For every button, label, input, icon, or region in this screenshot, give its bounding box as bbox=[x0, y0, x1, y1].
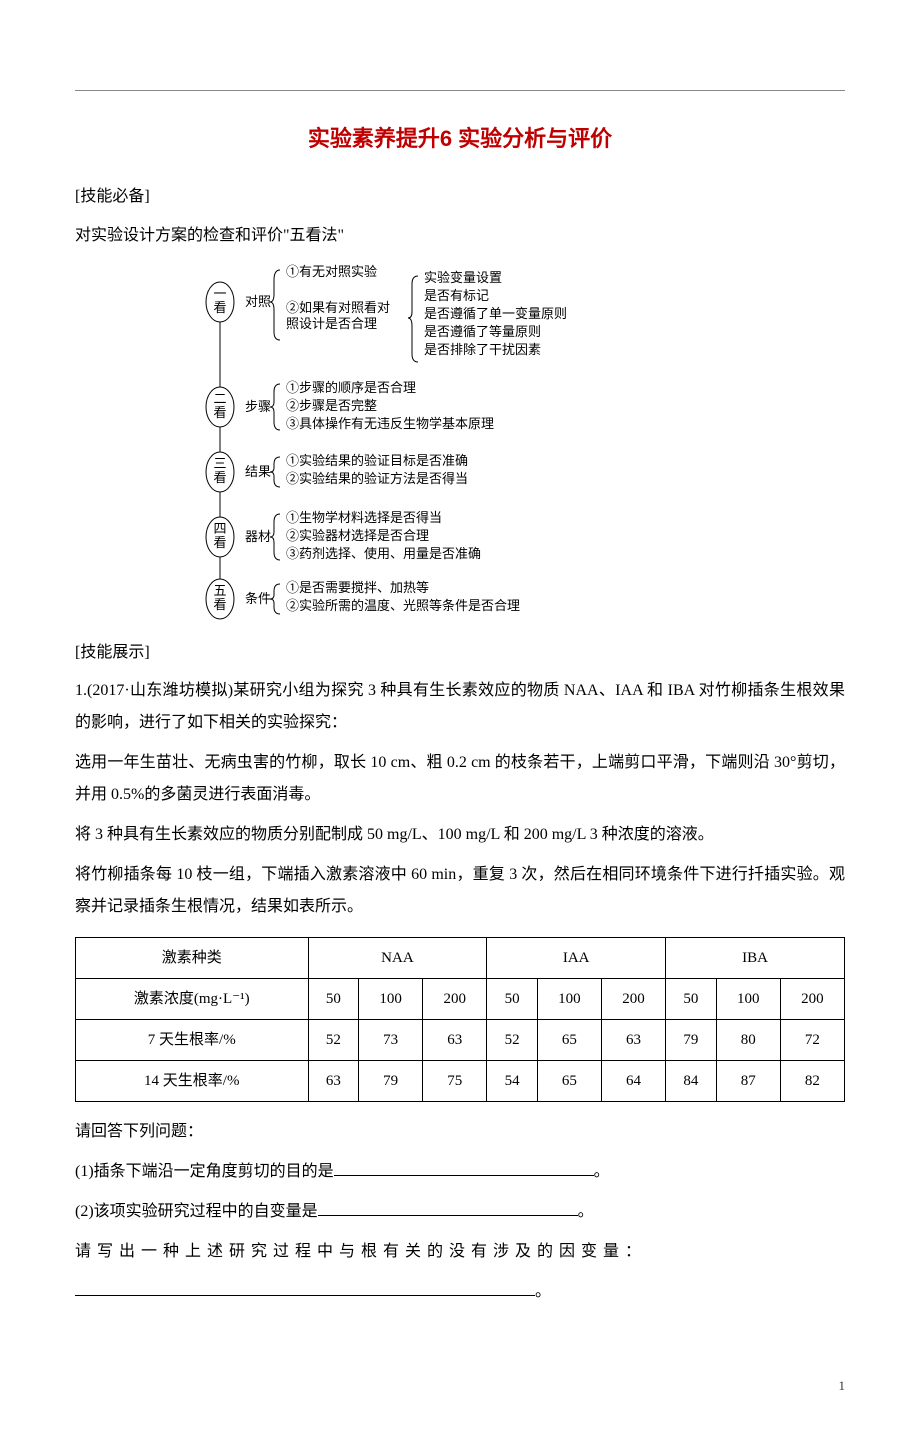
blank-line bbox=[75, 1279, 535, 1297]
top-divider bbox=[75, 90, 845, 91]
data-table: 激素种类 NAA IAA IBA 激素浓度(mg·L⁻¹) 50 100 200… bbox=[75, 937, 845, 1102]
diagram-node-3: 三 看 结果 bbox=[206, 452, 271, 492]
table-cell: 50 bbox=[666, 979, 717, 1020]
svg-text:看: 看 bbox=[213, 535, 226, 550]
svg-text:条件: 条件 bbox=[245, 591, 271, 606]
svg-text:②步骤是否完整: ②步骤是否完整 bbox=[286, 398, 377, 413]
q1-text: (1)插条下端沿一定角度剪切的目的是 bbox=[75, 1163, 334, 1180]
table-header-iba: IBA bbox=[666, 938, 845, 979]
table-cell: 80 bbox=[716, 1020, 780, 1061]
question-lead: 1.(2017·山东潍坊模拟)某研究小组为探究 3 种具有生长素效应的物质 NA… bbox=[75, 675, 845, 739]
svg-text:四: 四 bbox=[213, 521, 226, 536]
question-2b: 请写出一种上述研究过程中与根有关的没有涉及的因变量： bbox=[75, 1236, 845, 1268]
table-cell: 63 bbox=[423, 1020, 487, 1061]
question-2: (2)该项实验研究过程中的自变量是 。 bbox=[75, 1196, 845, 1228]
section-skill-prep: [技能必备] bbox=[75, 184, 845, 210]
table-cell: 50 bbox=[308, 979, 359, 1020]
svg-text:①有无对照实验: ①有无对照实验 bbox=[286, 264, 377, 279]
page-number: 1 bbox=[75, 1316, 845, 1397]
q1-end: 。 bbox=[594, 1163, 610, 1180]
question-2b-blank: 。 bbox=[75, 1276, 845, 1308]
table-cell: 52 bbox=[308, 1020, 359, 1061]
svg-text:五: 五 bbox=[213, 583, 226, 598]
svg-text:看: 看 bbox=[213, 300, 226, 315]
svg-text:步骤: 步骤 bbox=[245, 399, 271, 414]
intro-text: 对实验设计方案的检查和评价"五看法" bbox=[75, 220, 845, 252]
table-cell: 84 bbox=[666, 1061, 717, 1102]
question-step2: 将 3 种具有生长素效应的物质分别配制成 50 mg/L、100 mg/L 和 … bbox=[75, 819, 845, 851]
table-cell: 50 bbox=[487, 979, 538, 1020]
svg-text:②如果有对照看对: ②如果有对照看对 bbox=[286, 300, 390, 315]
table-cell: 100 bbox=[359, 979, 423, 1020]
svg-text:①生物学材料选择是否得当: ①生物学材料选择是否得当 bbox=[286, 510, 442, 525]
diagram-node-4: 四 看 器材 bbox=[206, 517, 271, 557]
table-cell: 87 bbox=[716, 1061, 780, 1102]
question-step3: 将竹柳插条每 10 枝一组，下端插入激素溶液中 60 min，重复 3 次，然后… bbox=[75, 859, 845, 923]
five-look-diagram: 一 看 对照 二 看 步骤 三 看 结果 四 看 器材 五 看 条件 bbox=[75, 262, 845, 622]
table-cell: 100 bbox=[537, 979, 601, 1020]
table-cell: 63 bbox=[601, 1020, 665, 1061]
table-row: 14 天生根率/% 63 79 75 54 65 64 84 87 82 bbox=[76, 1061, 845, 1102]
svg-text:①步骤的顺序是否合理: ①步骤的顺序是否合理 bbox=[286, 380, 416, 395]
blank-line bbox=[334, 1159, 594, 1177]
svg-text:一: 一 bbox=[213, 286, 226, 301]
table-cell: 100 bbox=[716, 979, 780, 1020]
table-row-label: 7 天生根率/% bbox=[76, 1020, 309, 1061]
table-cell: 75 bbox=[423, 1061, 487, 1102]
table-row: 7 天生根率/% 52 73 63 52 65 63 79 80 72 bbox=[76, 1020, 845, 1061]
question-step1: 选用一年生苗壮、无病虫害的竹柳，取长 10 cm、粗 0.2 cm 的枝条若干，… bbox=[75, 747, 845, 811]
diagram-node-1: 一 看 对照 bbox=[206, 282, 271, 322]
section-skill-show: [技能展示] bbox=[75, 640, 845, 666]
table-cell: 73 bbox=[359, 1020, 423, 1061]
svg-text:二: 二 bbox=[213, 391, 226, 406]
svg-text:①是否需要搅拌、加热等: ①是否需要搅拌、加热等 bbox=[286, 580, 429, 595]
table-cell: 65 bbox=[537, 1020, 601, 1061]
table-cell: 200 bbox=[601, 979, 665, 1020]
diagram-node-5: 五 看 条件 bbox=[206, 579, 271, 619]
table-cell: 52 bbox=[487, 1020, 538, 1061]
table-cell: 79 bbox=[666, 1020, 717, 1061]
svg-text:对照: 对照 bbox=[245, 294, 271, 309]
svg-text:器材: 器材 bbox=[245, 529, 271, 544]
table-cell: 65 bbox=[537, 1061, 601, 1102]
svg-text:照设计是否合理: 照设计是否合理 bbox=[286, 316, 377, 331]
table-header-naa: NAA bbox=[308, 938, 487, 979]
svg-text:①实验结果的验证目标是否准确: ①实验结果的验证目标是否准确 bbox=[286, 453, 468, 468]
svg-text:结果: 结果 bbox=[245, 464, 271, 479]
table-cell: 64 bbox=[601, 1061, 665, 1102]
table-cell: 200 bbox=[423, 979, 487, 1020]
svg-text:②实验器材选择是否合理: ②实验器材选择是否合理 bbox=[286, 528, 429, 543]
question-1: (1)插条下端沿一定角度剪切的目的是 。 bbox=[75, 1156, 845, 1188]
table-cell: 54 bbox=[487, 1061, 538, 1102]
q2-text: (2)该项实验研究过程中的自变量是 bbox=[75, 1203, 318, 1220]
table-header-conc: 激素浓度(mg·L⁻¹) bbox=[76, 979, 309, 1020]
page-title: 实验素养提升6 实验分析与评价 bbox=[75, 121, 845, 156]
svg-text:看: 看 bbox=[213, 405, 226, 420]
q2b-end: 。 bbox=[535, 1283, 551, 1300]
table-header-iaa: IAA bbox=[487, 938, 666, 979]
svg-text:实验变量设置: 实验变量设置 bbox=[424, 270, 502, 285]
table-cell: 82 bbox=[780, 1061, 844, 1102]
table-cell: 63 bbox=[308, 1061, 359, 1102]
svg-text:②实验结果的验证方法是否得当: ②实验结果的验证方法是否得当 bbox=[286, 471, 468, 486]
svg-text:是否排除了干扰因素: 是否排除了干扰因素 bbox=[424, 342, 541, 357]
table-cell: 79 bbox=[359, 1061, 423, 1102]
svg-text:三: 三 bbox=[213, 456, 226, 471]
answer-prompt: 请回答下列问题： bbox=[75, 1116, 845, 1148]
svg-text:是否遵循了单一变量原则: 是否遵循了单一变量原则 bbox=[424, 306, 567, 321]
blank-line bbox=[318, 1199, 578, 1217]
svg-text:看: 看 bbox=[213, 597, 226, 612]
q2-end: 。 bbox=[578, 1203, 594, 1220]
diagram-node-2: 二 看 步骤 bbox=[206, 387, 271, 427]
svg-text:是否有标记: 是否有标记 bbox=[424, 288, 489, 303]
table-header-kind: 激素种类 bbox=[76, 938, 309, 979]
svg-text:看: 看 bbox=[213, 470, 226, 485]
svg-text:②实验所需的温度、光照等条件是否合理: ②实验所需的温度、光照等条件是否合理 bbox=[286, 598, 520, 613]
svg-text:是否遵循了等量原则: 是否遵循了等量原则 bbox=[424, 324, 541, 339]
table-row-label: 14 天生根率/% bbox=[76, 1061, 309, 1102]
svg-text:③具体操作有无违反生物学基本原理: ③具体操作有无违反生物学基本原理 bbox=[286, 416, 494, 431]
svg-text:③药剂选择、使用、用量是否准确: ③药剂选择、使用、用量是否准确 bbox=[286, 546, 481, 561]
table-cell: 72 bbox=[780, 1020, 844, 1061]
table-cell: 200 bbox=[780, 979, 844, 1020]
